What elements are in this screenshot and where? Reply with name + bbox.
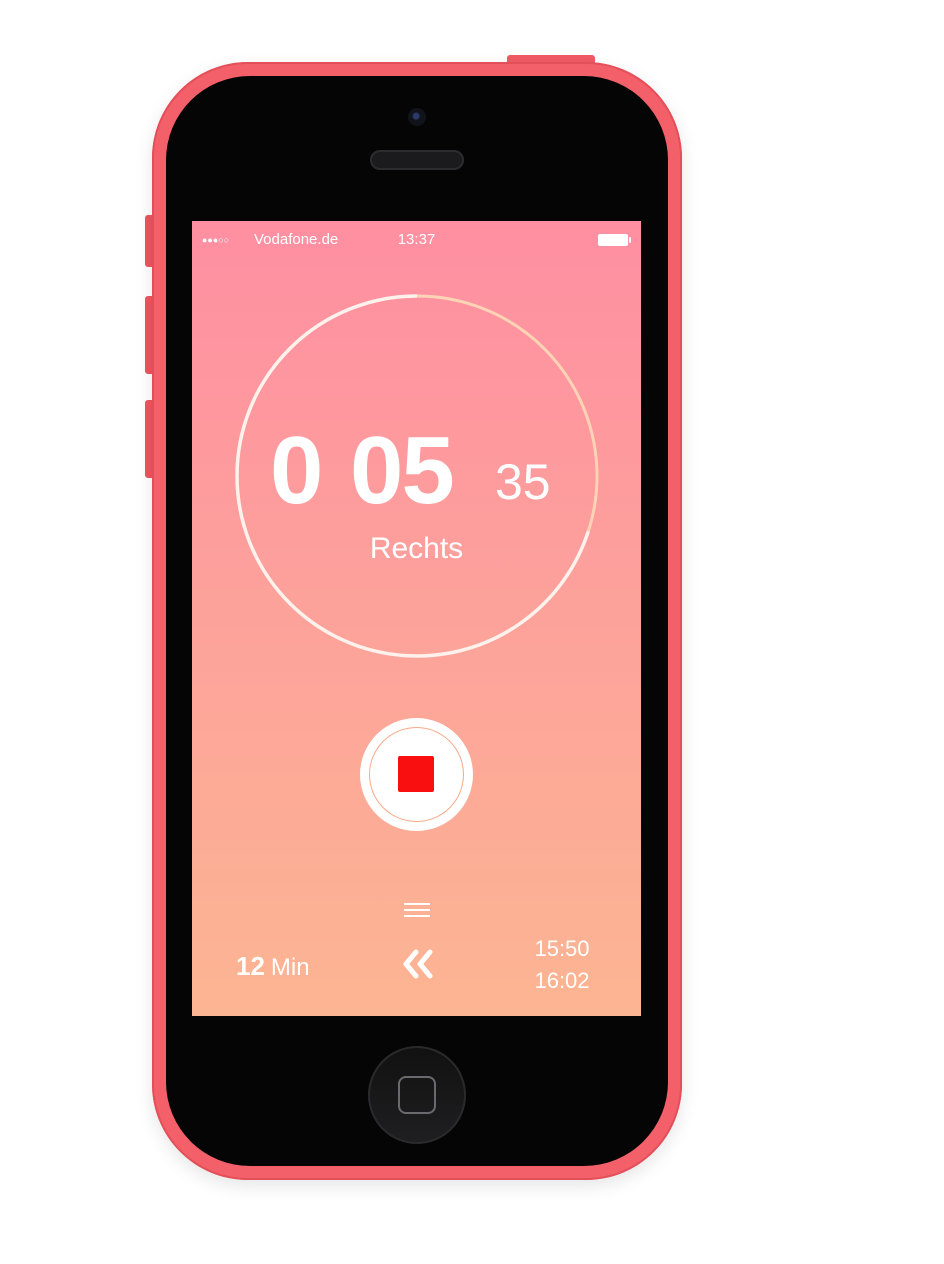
duration-value: 12	[236, 951, 265, 981]
double-chevron-left-icon[interactable]	[402, 949, 434, 979]
home-button[interactable]	[368, 1046, 466, 1144]
timer-hours: 0	[270, 417, 323, 524]
stop-button[interactable]	[360, 718, 473, 831]
battery-icon	[598, 234, 628, 246]
front-camera	[408, 108, 426, 126]
session-times: 15:50 16:02	[512, 933, 612, 997]
duration-display: 12 Min	[236, 949, 310, 988]
timer-minutes: 05	[350, 417, 455, 524]
timer-seconds: 35	[495, 454, 551, 510]
status-bar: ●●●○○ Vodafone.de 13:37	[192, 221, 641, 259]
app-screen: ●●●○○ Vodafone.de 13:37 0 05 35 Rechts 1…	[192, 221, 641, 1016]
duration-unit: Min	[270, 954, 310, 981]
timer-display: 0 05 35	[192, 416, 641, 526]
time-end: 16:02	[534, 968, 590, 993]
time-start: 15:50	[534, 936, 590, 961]
home-square-icon	[398, 1076, 436, 1114]
battery-tip	[629, 237, 631, 243]
earpiece-speaker	[370, 150, 464, 170]
stop-square-icon	[398, 756, 434, 792]
hamburger-menu-icon[interactable]	[404, 903, 430, 919]
side-label: Rechts	[369, 532, 464, 565]
status-time: 13:37	[397, 231, 436, 248]
